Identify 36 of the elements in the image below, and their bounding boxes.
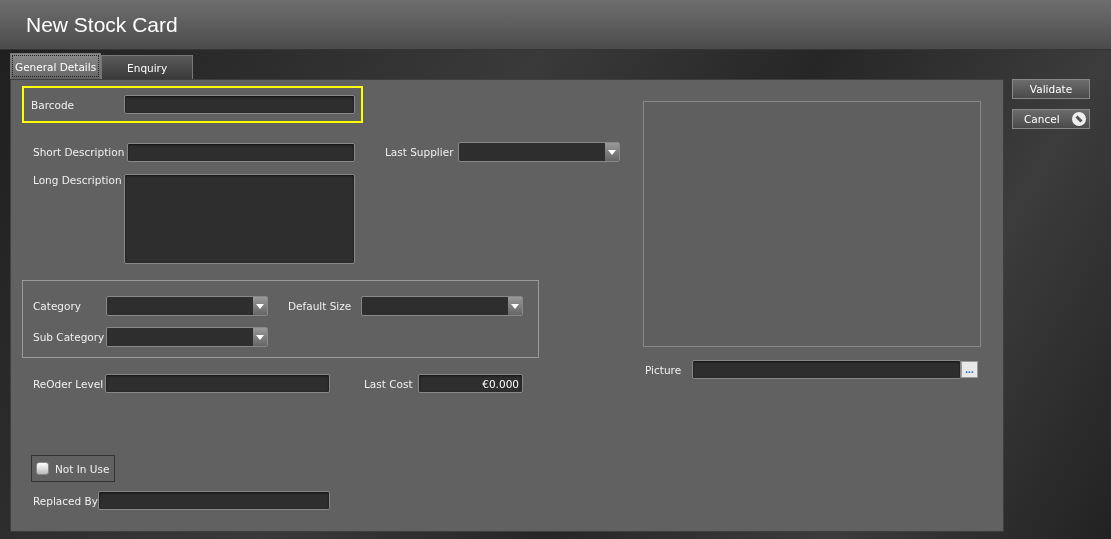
field-label: Last Cost	[364, 377, 414, 390]
dropdown[interactable]	[361, 296, 523, 316]
cancel-icon	[1071, 112, 1086, 126]
field-label: Long Description	[33, 174, 123, 186]
input-field[interactable]	[98, 491, 330, 510]
field-label: Picture	[645, 363, 683, 376]
cancel-button[interactable]: Cancel	[1012, 109, 1090, 129]
checkbox-group[interactable]: Not In Use	[31, 455, 115, 482]
input-field[interactable]	[127, 142, 355, 162]
dropdown[interactable]	[106, 296, 268, 316]
field-label: Category	[33, 300, 82, 312]
field-label: Short Description	[33, 146, 126, 158]
dropdown-caret-icon	[608, 149, 616, 155]
field-label: Replaced By	[33, 494, 98, 507]
browse-button[interactable]: ...	[961, 361, 978, 378]
text-area[interactable]	[124, 174, 355, 264]
field-label: Default Size	[288, 300, 353, 312]
dropdown[interactable]	[458, 142, 620, 162]
checkbox[interactable]	[36, 462, 49, 475]
dropdown-caret-icon	[511, 303, 519, 309]
validate-button[interactable]: Validate	[1012, 79, 1090, 99]
input-field[interactable]	[692, 360, 961, 379]
tab[interactable]: General Details	[10, 53, 102, 79]
input-field[interactable]	[105, 374, 330, 393]
checkbox-label: Not In Use	[55, 462, 110, 475]
tab[interactable]: Enquiry	[101, 55, 194, 79]
field-label: Last Supplier	[385, 146, 455, 158]
input-field[interactable]	[124, 95, 355, 114]
field-label: Barcode	[31, 98, 76, 111]
field-label: ReOder Level	[33, 377, 105, 390]
dropdown-caret-icon	[256, 334, 264, 340]
dropdown-caret-icon	[256, 303, 264, 309]
input-field[interactable]: €0.000	[418, 374, 523, 393]
field-label: Sub Category	[33, 331, 106, 343]
window-title: New Stock Card	[26, 12, 178, 37]
dropdown[interactable]	[106, 327, 268, 347]
